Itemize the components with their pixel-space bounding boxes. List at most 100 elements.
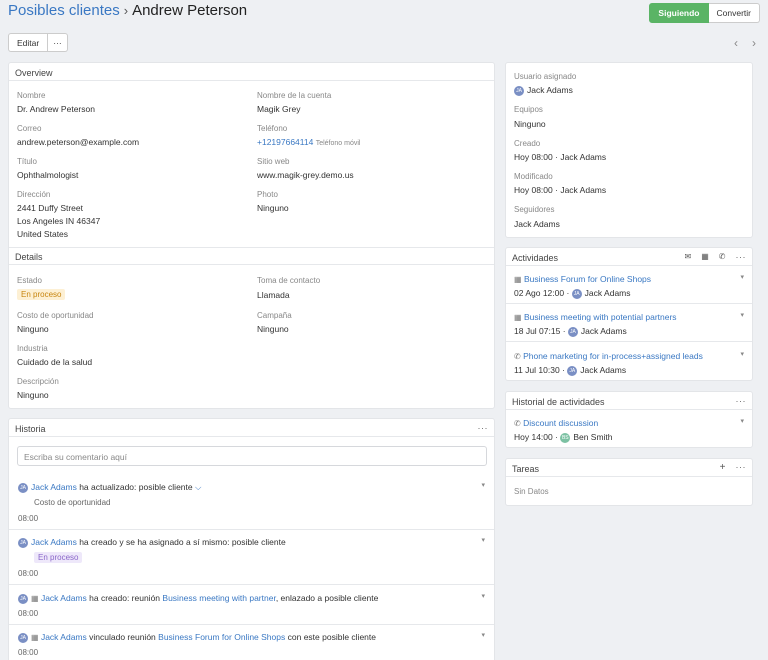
history-time: 08:00 — [18, 609, 39, 618]
assigned-user-link[interactable]: Jack Adams — [527, 85, 573, 95]
title-label: Título — [17, 157, 38, 166]
calendar-icon: ▦ — [514, 275, 522, 284]
caret-icon[interactable]: ▾ — [740, 350, 744, 358]
caret-icon[interactable]: ▾ — [740, 311, 744, 319]
user-link[interactable]: Jack Adams — [31, 482, 77, 492]
cost-label: Costo de oportunidad — [17, 311, 94, 320]
activity-date: 18 Jul 07:15 — [514, 326, 561, 336]
side-info-panel: Usuario asignado JA Jack Adams Equipos Ni… — [505, 62, 753, 238]
user-link[interactable]: Jack Adams — [31, 537, 77, 547]
photo-value: Ninguno — [257, 203, 289, 213]
caret-icon[interactable]: ▾ — [740, 273, 744, 281]
user-link[interactable]: Jack Adams — [41, 593, 87, 603]
campaign-label: Campaña — [257, 311, 292, 320]
comment-input[interactable]: Escriba su comentario aquí — [17, 446, 487, 466]
overview-panel: Overview Nombre Dr. Andrew Peterson Nomb… — [8, 62, 495, 409]
caret-icon[interactable]: ▾ — [481, 631, 485, 639]
activities-panel: Actividades ✉ ▦ ✆ ··· ▦ Business Forum f… — [505, 247, 753, 381]
cost-value: Ninguno — [17, 324, 49, 334]
history-item: JA ▦ Jack Adams ha creado: reunión Busine… — [18, 593, 378, 604]
industry-value: Cuidado de la salud — [17, 357, 93, 367]
activity-link[interactable]: Discount discussion — [523, 418, 598, 428]
caret-icon[interactable]: ▾ — [740, 417, 744, 425]
modified-by[interactable]: Jack Adams — [560, 185, 606, 195]
meeting-link[interactable]: Business meeting with partner — [162, 593, 275, 603]
activity-user[interactable]: Jack Adams — [585, 288, 631, 298]
assigned-label: Usuario asignado — [514, 72, 577, 81]
follow-button[interactable]: Siguiendo — [649, 3, 709, 23]
next-record-icon[interactable]: › — [752, 36, 756, 50]
meeting-link[interactable]: Business Forum for Online Shops — [158, 632, 285, 642]
tasks-menu-icon[interactable]: ··· — [736, 462, 747, 473]
assigned-value: JA Jack Adams — [514, 85, 573, 96]
caret-icon[interactable]: ▾ — [481, 592, 485, 600]
phone-link[interactable]: +12197664114 — [257, 137, 313, 147]
address-line3: United States — [17, 229, 69, 239]
history-item: JA ▦ Jack Adams vinculado reunión Busines… — [18, 632, 376, 643]
activity-item: ✆ Phone marketing for in-process+assigne… — [514, 351, 703, 361]
avatar: BS — [560, 432, 571, 443]
email-icon[interactable]: ✉ — [685, 252, 692, 262]
history-tail: , enlazado a posible cliente — [275, 593, 379, 603]
convert-button[interactable]: Convertir — [708, 3, 760, 23]
history-item: JA Jack Adams ha creado y se ha asignado … — [18, 537, 286, 548]
activity-meta: 11 Jul 10:30 · JA Jack Adams — [514, 365, 627, 376]
divider — [9, 436, 494, 437]
activity-link[interactable]: Business meeting with potential partners — [524, 312, 677, 322]
header-actions: Siguiendo Convertir — [649, 3, 760, 23]
divider — [506, 265, 752, 266]
avatar: JA — [567, 326, 578, 337]
title-value: Ophthalmologist — [17, 170, 79, 180]
address-line1: 2441 Duffy Street — [17, 203, 83, 213]
activity-user[interactable]: Jack Adams — [581, 326, 627, 336]
prev-record-icon[interactable]: ‹ — [734, 36, 738, 50]
caret-icon[interactable]: ▾ — [481, 481, 485, 489]
followers-label: Seguidores — [514, 205, 555, 214]
chevron-down-icon[interactable]: ⌵ — [195, 482, 201, 492]
activities-menu-icon[interactable]: ··· — [736, 252, 747, 262]
activity-history-item: ✆ Discount discussion — [514, 418, 598, 428]
tasks-title: Tareas — [512, 464, 540, 474]
history-menu-icon[interactable]: ··· — [478, 423, 489, 433]
campaign-value: Ninguno — [257, 324, 289, 334]
edit-button[interactable]: Editar — [8, 33, 49, 52]
teams-value: Ninguno — [514, 119, 546, 129]
more-actions-button[interactable]: ··· — [48, 33, 68, 52]
modified-value: Hoy 08:00 · Jack Adams — [514, 185, 607, 195]
caret-icon[interactable]: ▾ — [481, 536, 485, 544]
activity-link[interactable]: Phone marketing for in-process+assigned … — [523, 351, 703, 361]
email-link[interactable]: andrew.peterson@example.com — [17, 137, 139, 147]
avatar: JA — [18, 537, 28, 548]
address-label: Dirección — [17, 190, 51, 199]
activity-link[interactable]: Business Forum for Online Shops — [524, 274, 651, 284]
activity-item: ▦ Business Forum for Online Shops — [514, 274, 651, 284]
created-by[interactable]: Jack Adams — [560, 152, 606, 162]
calendar-icon: ▦ — [514, 313, 522, 322]
activity-history-menu-icon[interactable]: ··· — [736, 396, 747, 406]
account-label: Nombre de la cuenta — [257, 91, 332, 100]
created-label: Creado — [514, 139, 541, 148]
breadcrumb-leads[interactable]: Posibles clientes — [8, 2, 120, 19]
contact-label: Toma de contacto — [257, 276, 321, 285]
description-value: Ninguno — [17, 390, 49, 400]
teams-label: Equipos — [514, 105, 543, 114]
status-label: Estado — [17, 276, 42, 285]
activity-meta: 18 Jul 07:15 · JA Jack Adams — [514, 326, 627, 337]
activity-history-panel: Historial de actividades ··· ✆ Discount … — [505, 391, 753, 448]
calendar-icon[interactable]: ▦ — [701, 252, 709, 262]
edit-actions: Editar ··· — [8, 33, 68, 52]
add-task-icon[interactable]: + — [720, 462, 726, 473]
activity-item: ▦ Business meeting with potential partne… — [514, 312, 677, 322]
divider — [9, 80, 494, 81]
followers-value[interactable]: Jack Adams — [514, 219, 560, 229]
created-time: Hoy 08:00 — [514, 152, 553, 162]
website-link[interactable]: www.magik-grey.demo.us — [257, 170, 354, 180]
calendar-icon: ▦ — [31, 594, 39, 603]
activity-date: 11 Jul 10:30 — [514, 365, 560, 375]
activity-user[interactable]: Ben Smith — [573, 432, 612, 442]
user-link[interactable]: Jack Adams — [41, 632, 87, 642]
avatar: JA — [567, 365, 578, 376]
phone-icon[interactable]: ✆ — [719, 252, 726, 262]
activity-user[interactable]: Jack Adams — [580, 365, 626, 375]
modified-time: Hoy 08:00 — [514, 185, 553, 195]
